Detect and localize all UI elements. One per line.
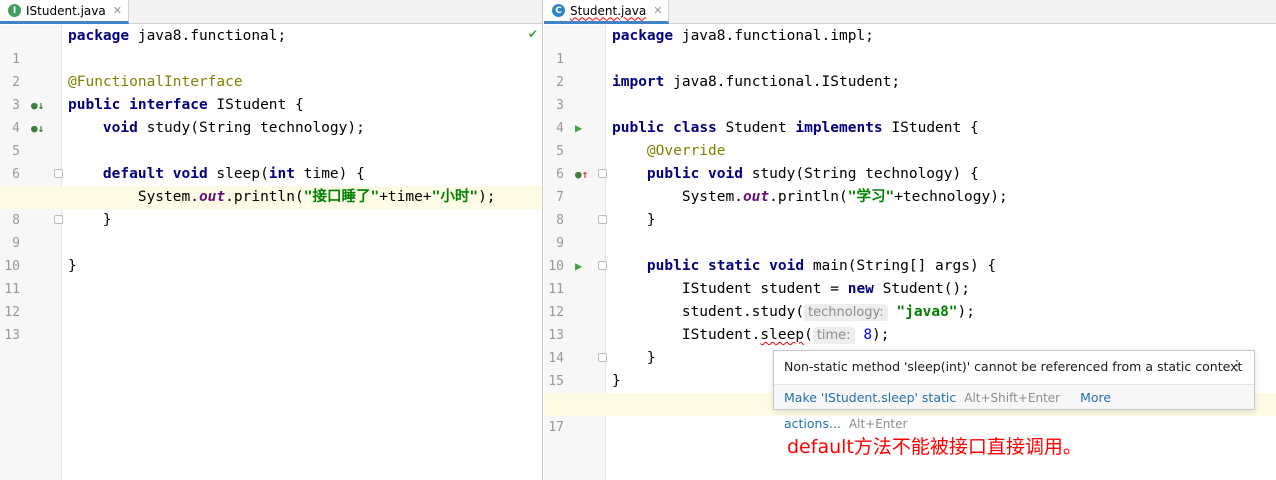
code-line[interactable]: 13 student.study(technology: "java8");: [544, 301, 1276, 343]
run-icon[interactable]: ▶: [575, 117, 582, 140]
code-line[interactable]: 9 }: [544, 209, 1276, 251]
code-line[interactable]: 2: [544, 48, 1276, 90]
code-line[interactable]: 10: [544, 232, 1276, 274]
close-icon[interactable]: ✕: [113, 4, 122, 17]
more-options-icon[interactable]: ⋮: [1230, 351, 1244, 382]
error-tooltip-popup: Non-static method 'sleep(int)' cannot be…: [773, 350, 1255, 431]
code-line[interactable]: 11 }: [0, 255, 542, 297]
overrides-up-icon[interactable]: ●↑: [575, 163, 588, 186]
tab-istudent[interactable]: I IStudent.java ✕: [0, 0, 129, 24]
fold-icon[interactable]: [598, 215, 607, 224]
code-line[interactable]: 11 ▶ public static void main(String[] ar…: [544, 255, 1276, 297]
line-number: 17: [548, 420, 564, 435]
parameter-hint: time:: [812, 327, 855, 344]
code-line[interactable]: 5 ▶ public class Student implements IStu…: [544, 117, 1276, 159]
code-line[interactable]: 13: [0, 301, 542, 343]
code-line[interactable]: 6 @Override: [544, 140, 1276, 182]
code-line[interactable]: 4: [544, 94, 1276, 136]
interface-file-icon: I: [8, 4, 21, 17]
implemented-down-icon[interactable]: ●↓: [31, 117, 44, 140]
fold-icon[interactable]: [54, 215, 63, 224]
code-text: java8.functional;: [129, 28, 287, 44]
annotation-note: default方法不能被接口直接调用。: [787, 436, 1082, 458]
fold-icon[interactable]: [598, 353, 607, 362]
tab-student[interactable]: C Student.java ✕: [544, 0, 670, 24]
close-icon[interactable]: ✕: [653, 4, 662, 17]
class-file-icon: C: [552, 4, 565, 17]
error-token[interactable]: sleep: [760, 327, 804, 343]
code-line[interactable]: 3 import java8.functional.IStudent;: [544, 71, 1276, 113]
code-line[interactable]: 3 @FunctionalInterface: [0, 71, 542, 113]
shortcut-hint: Alt+Enter: [848, 417, 908, 431]
code-line[interactable]: 10: [0, 232, 542, 274]
shortcut-hint: Alt+Shift+Enter: [964, 391, 1061, 405]
code-line[interactable]: 2: [0, 48, 542, 90]
parameter-hint: technology:: [804, 304, 888, 321]
code-line[interactable]: 7 default void sleep(int time) {: [0, 163, 542, 205]
fold-icon[interactable]: [54, 169, 63, 178]
code-line[interactable]: 5 ●↓ void study(String technology);: [0, 117, 542, 159]
fold-icon[interactable]: [598, 261, 607, 270]
code-line[interactable]: 8 System.out.println("学习"+technology);: [544, 186, 1276, 228]
code-line[interactable]: 4 ●↓ public interface IStudent {: [0, 94, 542, 136]
error-message: Non-static method 'sleep(int)' cannot be…: [784, 359, 1243, 374]
code-line[interactable]: 7 ●↑ public void study(String technology…: [544, 163, 1276, 205]
code-line[interactable]: 12 IStudent student = new Student();: [544, 278, 1276, 320]
tab-label: Student.java: [570, 3, 647, 18]
code-line[interactable]: 1 package java8.functional;: [0, 25, 542, 67]
code-line-current[interactable]: 8 System.out.println("接口睡了"+time+"小时");: [0, 186, 542, 228]
quick-fix-make-static[interactable]: Make 'IStudent.sleep' static: [784, 390, 956, 405]
editor-pane-left: I IStudent.java ✕ ✔ 1 package java8.func…: [0, 0, 543, 480]
implemented-down-icon[interactable]: ●↓: [31, 94, 44, 117]
fold-icon[interactable]: [598, 169, 607, 178]
code-line[interactable]: 14 IStudent.sleep(time: 8);: [544, 324, 1276, 366]
code-line[interactable]: 6: [0, 140, 542, 182]
code-line[interactable]: 1 package java8.functional.impl;: [544, 25, 1276, 67]
line-number: 13: [4, 328, 20, 343]
code-line[interactable]: 12: [0, 278, 542, 320]
tab-bar-left: I IStudent.java ✕: [0, 0, 542, 24]
annotation: @FunctionalInterface: [68, 74, 243, 90]
tab-bar-right: C Student.java ✕: [544, 0, 1276, 24]
run-icon[interactable]: ▶: [575, 255, 582, 278]
code-lines: 1 package java8.functional; 2 3 @Functio…: [0, 25, 542, 343]
tab-label: IStudent.java: [26, 3, 106, 18]
code-line[interactable]: 9 }: [0, 209, 542, 251]
keyword: package: [68, 28, 130, 44]
